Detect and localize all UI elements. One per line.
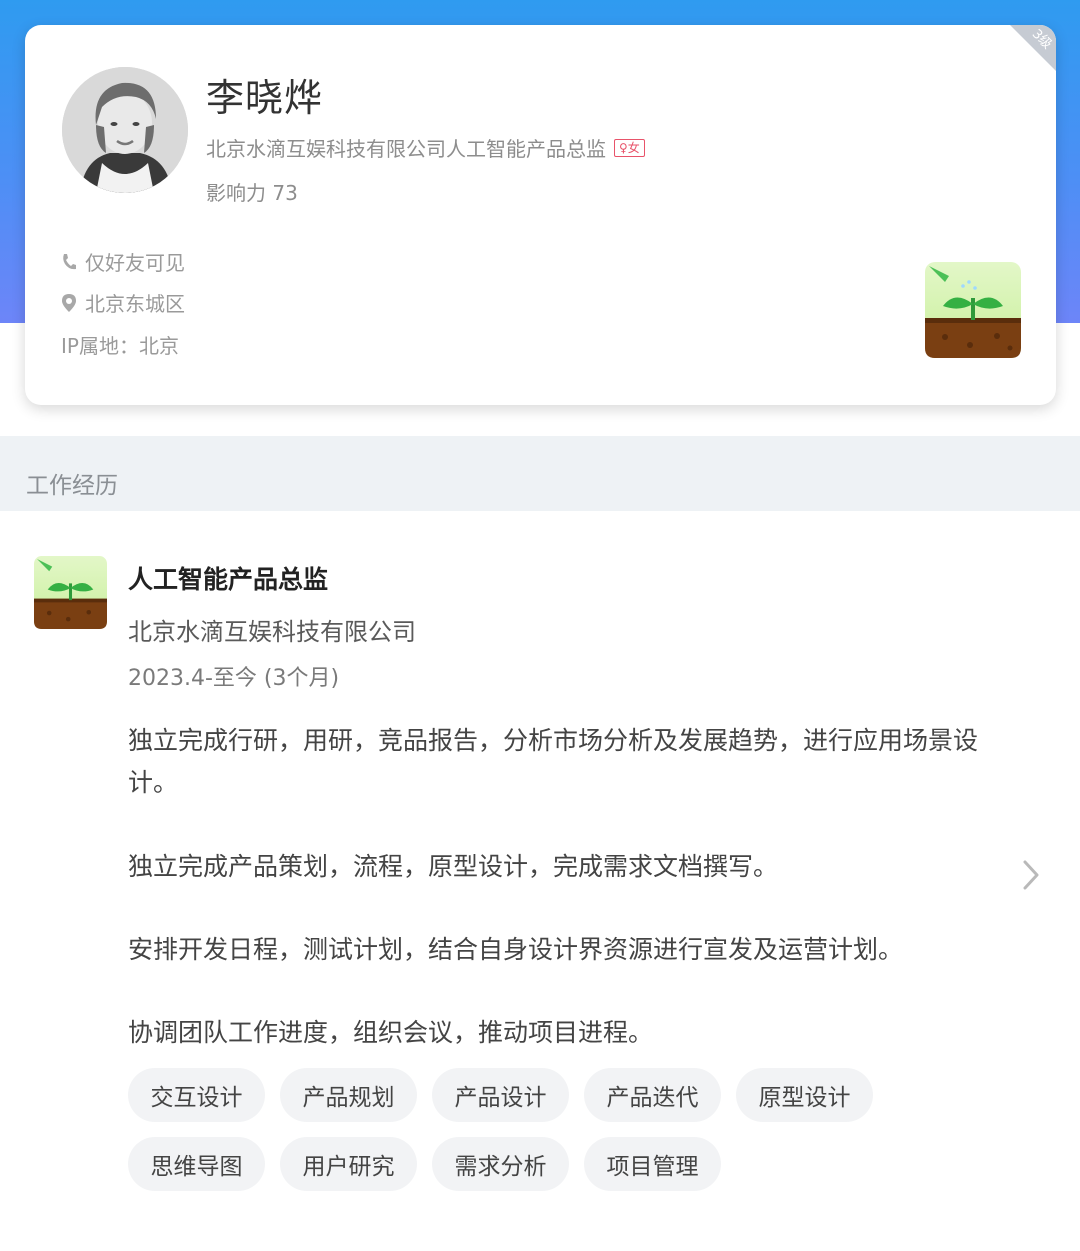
description-paragraph-1: 独立完成行研，用研，竞品报告，分析市场分析及发展趋势，进行应用场景设计。 [128, 726, 979, 797]
job-title: 人工智能产品总监 [128, 565, 329, 594]
phone-icon [63, 253, 76, 269]
profile-title: 北京水滴互娱科技有限公司人工智能产品总监 [206, 137, 606, 161]
avatar[interactable] [62, 67, 188, 193]
location-pin-icon [62, 293, 76, 312]
section-title: 工作经历 [26, 473, 118, 499]
description-paragraph-2: 独立完成产品策划，流程，原型设计，完成需求文档撰写。 [128, 852, 779, 881]
skill-tag[interactable]: 原型设计 [736, 1068, 873, 1122]
profile-card: 3级 李晓烨 北京水滴互娱科技有限公司人工智能产品总监 ♀女 影响力 73 仅好… [25, 25, 1056, 405]
skill-tag[interactable]: 项目管理 [584, 1137, 721, 1191]
skill-tag[interactable]: 思维导图 [128, 1137, 265, 1191]
skill-tag[interactable]: 需求分析 [432, 1137, 569, 1191]
ip-line: IP属地：北京 [61, 330, 179, 359]
contact-line: 仅好友可见 [61, 247, 185, 276]
gender-badge: ♀女 [614, 138, 645, 157]
skill-tag[interactable]: 产品设计 [432, 1068, 569, 1122]
skill-tag[interactable]: 产品迭代 [584, 1068, 721, 1122]
description-paragraph-4: 协调团队工作进度，组织会议，推动项目进程。 [128, 1018, 654, 1047]
location-line: 北京东城区 [61, 288, 185, 317]
profile-title-row: 北京水滴互娱科技有限公司人工智能产品总监 ♀女 [206, 133, 645, 162]
employment-period: 2023.4-至今 (3个月) [128, 666, 340, 691]
influence-score: 影响力 73 [206, 181, 298, 205]
chevron-right-icon[interactable] [1020, 858, 1042, 892]
skill-tag[interactable]: 产品规划 [280, 1068, 417, 1122]
contact-visibility: 仅好友可见 [85, 251, 185, 275]
skill-tags: 交互设计 产品规划 产品设计 产品迭代 原型设计 思维导图 用户研究 需求分析 … [128, 1068, 928, 1191]
company-name[interactable]: 北京水滴互娱科技有限公司 [128, 612, 416, 647]
experience-company-logo[interactable] [34, 556, 107, 629]
work-experience-header: 工作经历 [0, 436, 1080, 511]
skill-tag[interactable]: 交互设计 [128, 1068, 265, 1122]
location-text: 北京东城区 [85, 292, 185, 316]
profile-name: 李晓烨 [206, 76, 324, 120]
description-paragraph-3: 安排开发日程，测试计划，结合自身设计界资源进行宣发及运营计划。 [128, 935, 904, 964]
ip-location: IP属地：北京 [61, 334, 179, 358]
company-logo-plant[interactable] [925, 262, 1021, 358]
skill-tag[interactable]: 用户研究 [280, 1137, 417, 1191]
